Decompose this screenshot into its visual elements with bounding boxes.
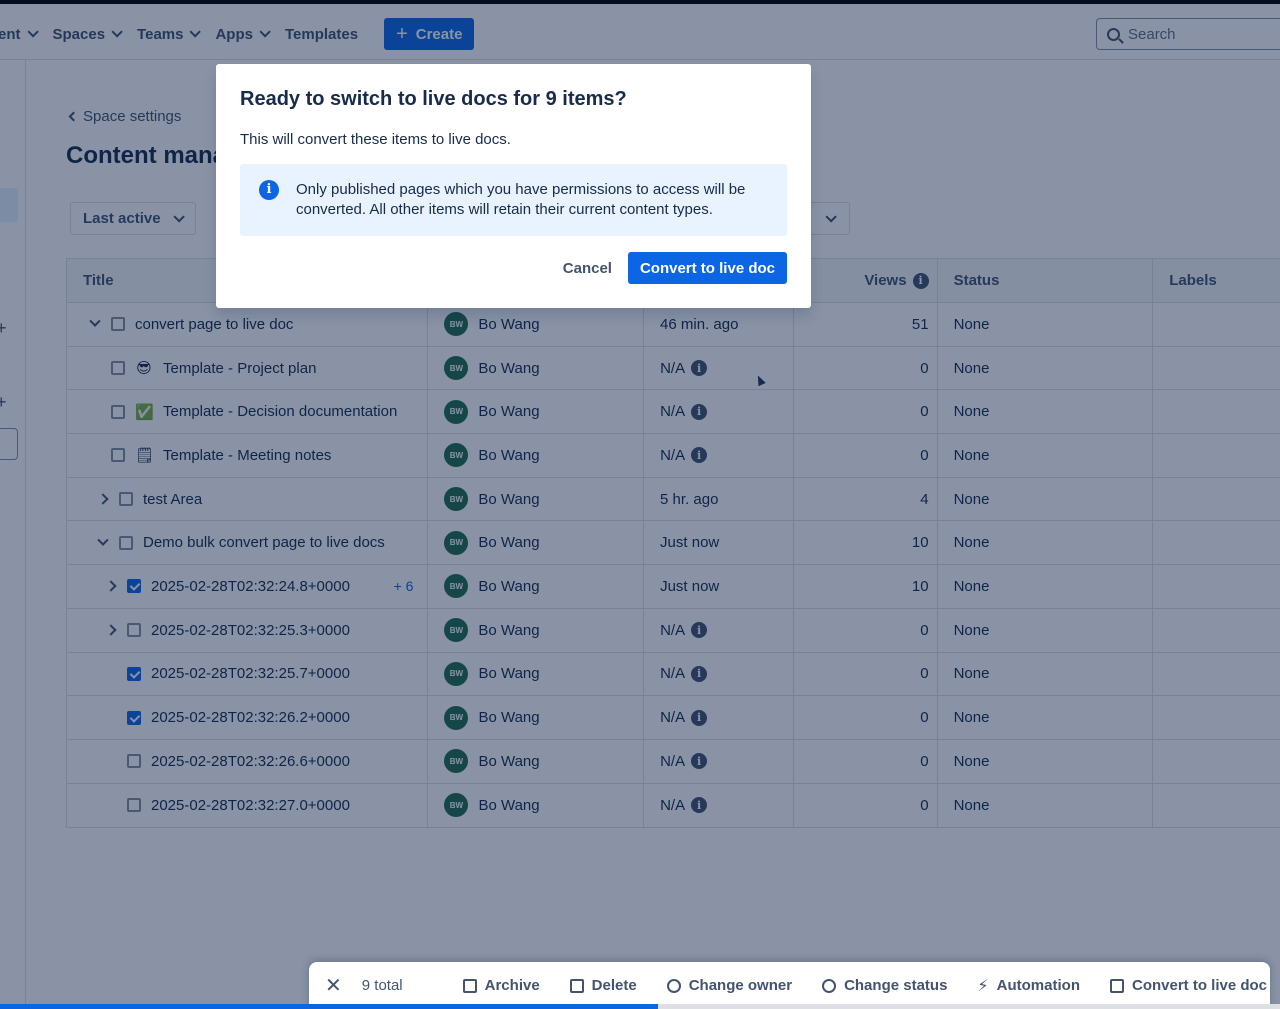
progress-bar-track bbox=[658, 1004, 1280, 1009]
selection-total: 9 total bbox=[361, 977, 403, 994]
convert-to-live-doc-action[interactable]: Convert to live doc bbox=[1109, 977, 1267, 994]
change-status-button[interactable]: Change status bbox=[822, 977, 947, 994]
cancel-button[interactable]: Cancel bbox=[563, 254, 612, 283]
convert-dialog: Ready to switch to live docs for 9 items… bbox=[216, 64, 811, 308]
document-icon bbox=[1109, 978, 1124, 993]
trash-icon bbox=[569, 978, 584, 993]
dialog-body: This will convert these items to live do… bbox=[240, 131, 511, 148]
check-circle-icon bbox=[822, 978, 837, 993]
lightning-icon: ⚡ bbox=[977, 977, 989, 995]
delete-button[interactable]: Delete bbox=[569, 977, 637, 994]
change-owner-button[interactable]: Change owner bbox=[666, 977, 792, 994]
close-icon[interactable]: ✕ bbox=[325, 973, 342, 998]
convert-to-live-doc-button[interactable]: Convert to live doc bbox=[627, 252, 787, 284]
progress-bar bbox=[0, 1004, 658, 1009]
automation-button[interactable]: ⚡ Automation bbox=[977, 976, 1080, 996]
info-icon: i bbox=[259, 180, 279, 200]
people-icon bbox=[666, 978, 681, 993]
archive-button[interactable]: Archive bbox=[462, 977, 540, 994]
archive-icon bbox=[462, 978, 477, 993]
dialog-actions: Cancel Convert to live doc bbox=[240, 252, 787, 284]
bulk-action-bar: ✕ 9 total Archive Delete Change owner Ch… bbox=[309, 962, 1270, 1009]
info-notice: i Only published pages which you have pe… bbox=[240, 164, 787, 236]
dialog-title: Ready to switch to live docs for 9 items… bbox=[240, 88, 627, 110]
